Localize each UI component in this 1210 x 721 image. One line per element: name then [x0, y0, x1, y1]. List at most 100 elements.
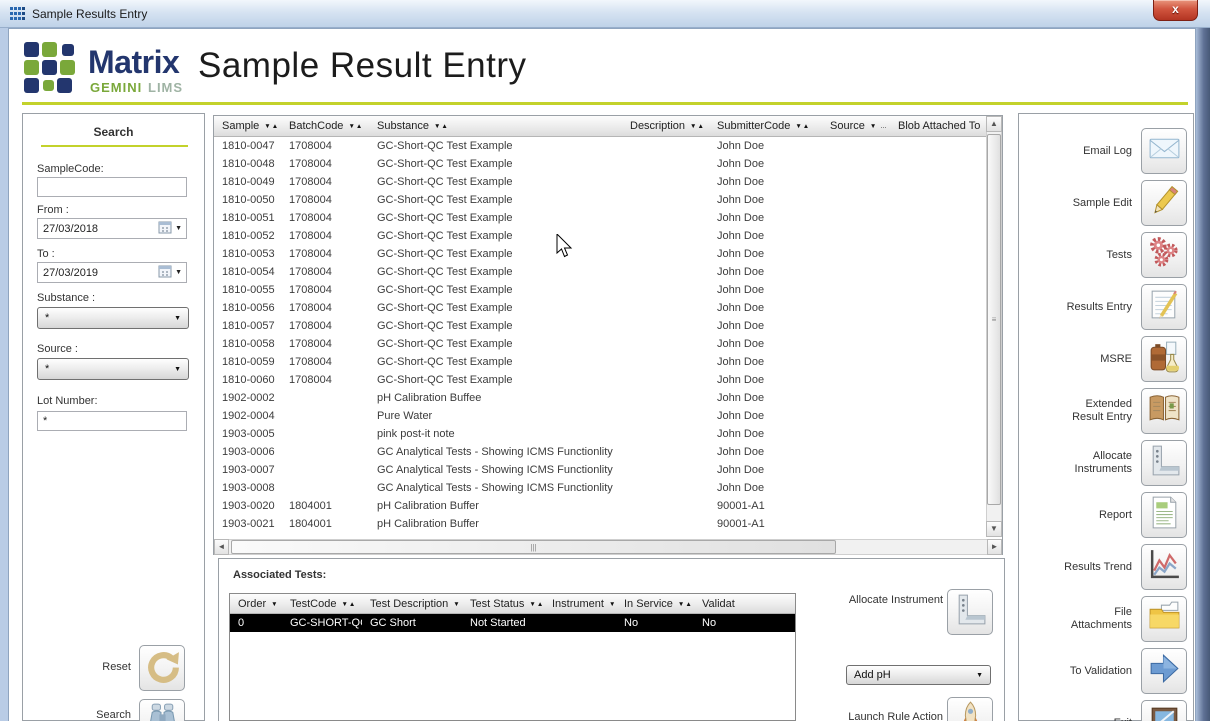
cell-source: [822, 173, 890, 191]
cell-batch: 1804001: [289, 500, 332, 512]
table-row[interactable]: 1810-0059 1708004 GC-Short-QC Test Example…: [214, 353, 986, 371]
table-row[interactable]: 1810-0055 1708004 GC-Short-QC Test Example…: [214, 281, 986, 299]
sort-icons[interactable]: ▼▲: [529, 598, 544, 613]
vscroll-thumb[interactable]: ≡: [987, 134, 1001, 505]
table-row[interactable]: 1810-0051 1708004 GC-Short-QC Test Example…: [214, 209, 986, 227]
sort-icons[interactable]: ▼▲: [678, 598, 693, 613]
column-header-sample[interactable]: Sample ▼▲: [214, 116, 281, 136]
scroll-right-arrow[interactable]: ►: [987, 539, 1002, 555]
sort-icons[interactable]: ▼ …: [870, 120, 888, 136]
cell-source: [822, 137, 890, 155]
sort-icons[interactable]: ▼ …: [271, 598, 282, 613]
sort-icons[interactable]: ▼▲: [795, 120, 810, 136]
table-row[interactable]: 1903-0005 pink post-it note John Doe: [214, 425, 986, 443]
scroll-left-arrow[interactable]: ◄: [214, 539, 229, 555]
column-header-order[interactable]: Order ▼ …: [230, 594, 282, 613]
table-row[interactable]: 1810-0057 1708004 GC-Short-QC Test Example…: [214, 317, 986, 335]
table-row[interactable]: 1810-0050 1708004 GC-Short-QC Test Example…: [214, 191, 986, 209]
results-trend-button[interactable]: [1141, 544, 1187, 590]
exit-button[interactable]: [1141, 700, 1187, 721]
allocate-instruments-button[interactable]: [1141, 440, 1187, 486]
table-row[interactable]: 1810-0048 1708004 GC-Short-QC Test Example…: [214, 155, 986, 173]
column-header-in-service[interactable]: In Service ▼▲: [616, 594, 694, 613]
table-row[interactable]: 1810-0054 1708004 GC-Short-QC Test Example…: [214, 263, 986, 281]
hscroll-thumb[interactable]: |||: [231, 540, 836, 554]
sort-icons[interactable]: ▼▲: [434, 120, 449, 136]
close-button[interactable]: x: [1153, 0, 1198, 21]
table-row[interactable]: 0 GC-SHORT-QC GC Short Not Started No No: [230, 614, 795, 632]
extended-result-entry-button[interactable]: [1141, 388, 1187, 434]
sort-icons[interactable]: ▼▲: [348, 120, 363, 136]
table-row[interactable]: 1903-0007 GC Analytical Tests - Showing I…: [214, 461, 986, 479]
cell-sample: 1903-0007: [222, 464, 275, 476]
table-row[interactable]: 1903-0006 GC Analytical Tests - Showing I…: [214, 443, 986, 461]
cell-batch: 1708004: [289, 374, 332, 386]
email-log-button[interactable]: [1141, 128, 1187, 174]
source-dropdown[interactable]: * ▼: [37, 358, 189, 380]
table-row[interactable]: 1810-0047 1708004 GC-Short-QC Test Example…: [214, 137, 986, 155]
lot-number-input[interactable]: [37, 411, 187, 431]
sample-edit-button[interactable]: [1141, 180, 1187, 226]
table-row[interactable]: 1902-0002 pH Calibration Buffee John Doe: [214, 389, 986, 407]
to-date-input[interactable]: 27/03/2019 ▼: [37, 262, 187, 283]
column-header-validat[interactable]: Validat: [694, 594, 794, 613]
reset-button[interactable]: [139, 645, 185, 691]
calendar-icon[interactable]: [158, 264, 172, 281]
column-header-test-description[interactable]: Test Description ▼▲: [362, 594, 462, 613]
tests-button[interactable]: [1141, 232, 1187, 278]
results-entry-button[interactable]: [1141, 284, 1187, 330]
file-attachments-button[interactable]: [1141, 596, 1187, 642]
search-button[interactable]: [139, 699, 185, 721]
right-panel-row: Report: [1027, 492, 1187, 538]
from-date-input[interactable]: 27/03/2018 ▼: [37, 218, 187, 239]
column-header-substance[interactable]: Substance ▼▲: [369, 116, 622, 136]
cell-submitter: John Doe: [717, 356, 765, 368]
table-row[interactable]: 1810-0056 1708004 GC-Short-QC Test Example…: [214, 299, 986, 317]
add-test-dropdown[interactable]: Add pH ▼: [846, 665, 991, 685]
scroll-down-arrow[interactable]: ▼: [986, 521, 1002, 537]
cell-blob: [890, 245, 986, 263]
dropdown-arrow-icon[interactable]: ▼: [175, 225, 182, 232]
allocate-instrument-button[interactable]: [947, 589, 993, 635]
cell-description: [622, 227, 709, 245]
table-row[interactable]: 1810-0052 1708004 GC-Short-QC Test Example…: [214, 227, 986, 245]
table-row[interactable]: 1903-0020 1804001 pH Calibration Buffer 900…: [214, 497, 986, 515]
associated-tests-panel: Associated Tests: Order▼ …TestCode▼▲Test…: [218, 558, 1005, 721]
msre-button[interactable]: [1141, 336, 1187, 382]
sort-icons[interactable]: ▼▲: [264, 120, 279, 136]
launch-rule-action-button[interactable]: [947, 697, 993, 721]
cell-blob: [890, 353, 986, 371]
column-header-source[interactable]: Source ▼ …: [822, 116, 890, 136]
report-button[interactable]: [1141, 492, 1187, 538]
column-header-submittercode[interactable]: SubmitterCode ▼▲: [709, 116, 822, 136]
cell-batch: 1708004: [289, 230, 332, 242]
table-row[interactable]: 1902-0004 Pure Water John Doe: [214, 407, 986, 425]
substance-dropdown[interactable]: * ▼: [37, 307, 189, 329]
column-header-batchcode[interactable]: BatchCode ▼▲: [281, 116, 369, 136]
calendar-icon[interactable]: [158, 220, 172, 237]
table-row[interactable]: 1810-0058 1708004 GC-Short-QC Test Example…: [214, 335, 986, 353]
column-header-testcode[interactable]: TestCode ▼▲: [282, 594, 362, 613]
column-header-label: Description: [630, 120, 686, 132]
table-row[interactable]: 1903-0021 1804001 pH Calibration Buffer 900…: [214, 515, 986, 533]
sort-icons[interactable]: ▼▲: [690, 120, 705, 136]
table-row[interactable]: 1810-0049 1708004 GC-Short-QC Test Example…: [214, 173, 986, 191]
sort-icons[interactable]: ▼▲: [453, 598, 462, 613]
column-header-description[interactable]: Description ▼▲: [622, 116, 709, 136]
column-header-blob-attached-to[interactable]: Blob Attached To: [890, 116, 986, 136]
cell-batch: 1708004: [289, 338, 332, 350]
column-header-label: BatchCode: [289, 120, 344, 132]
table-row[interactable]: 1810-0060 1708004 GC-Short-QC Test Example…: [214, 371, 986, 389]
to-validation-button[interactable]: [1141, 648, 1187, 694]
dropdown-arrow-icon[interactable]: ▼: [175, 269, 182, 276]
samplecode-input[interactable]: [37, 177, 187, 197]
sort-icons[interactable]: ▼▲: [609, 598, 616, 613]
cell-submitter: John Doe: [717, 392, 765, 404]
table-row[interactable]: 1810-0053 1708004 GC-Short-QC Test Example…: [214, 245, 986, 263]
scroll-up-arrow[interactable]: ▲: [986, 116, 1002, 132]
column-header-test-status[interactable]: Test Status ▼▲: [462, 594, 544, 613]
cell-submitter: John Doe: [717, 428, 765, 440]
sort-icons[interactable]: ▼▲: [341, 598, 356, 613]
column-header-instrument[interactable]: Instrument ▼▲: [544, 594, 616, 613]
table-row[interactable]: 1903-0008 GC Analytical Tests - Showing I…: [214, 479, 986, 497]
